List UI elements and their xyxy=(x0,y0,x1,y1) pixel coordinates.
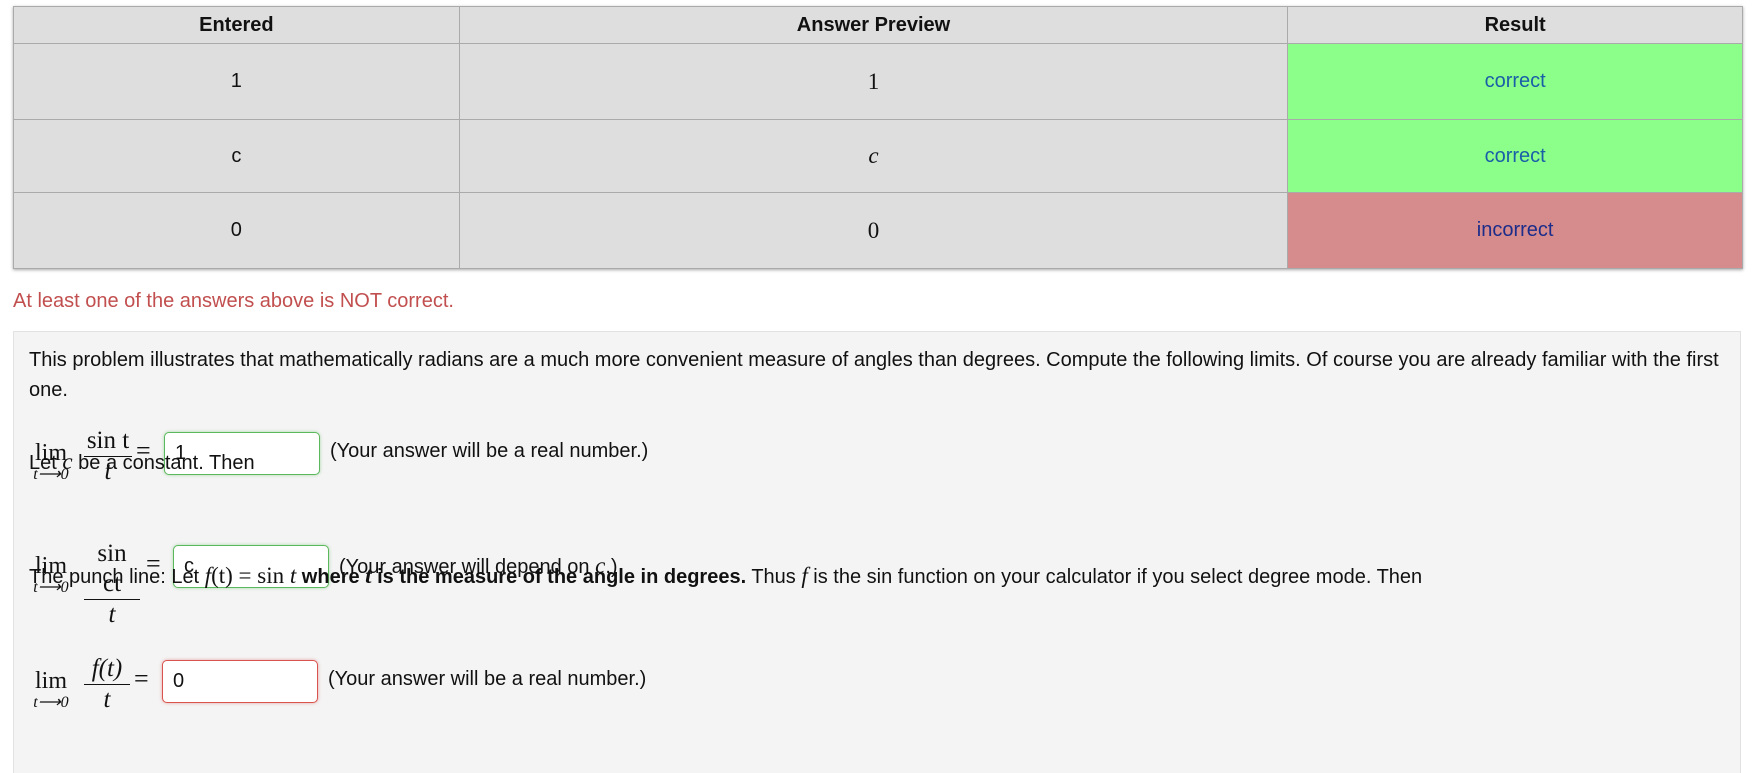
entered-cell: 1 xyxy=(13,43,460,120)
header-entered: Entered xyxy=(13,6,460,44)
header-result: Result xyxy=(1287,6,1743,44)
table-row: 0 0 incorrect xyxy=(13,192,1743,269)
limit-fraction: f(t) t xyxy=(84,654,130,715)
punch-line-text: The punch line: Let f(t) = sin t where t… xyxy=(29,563,1423,588)
result-cell: correct xyxy=(1287,119,1743,193)
entered-cell: 0 xyxy=(13,192,460,269)
table-row: 1 1 correct xyxy=(13,43,1743,120)
feedback-summary: At least one of the answers above is NOT… xyxy=(13,290,454,312)
limit-part-3: lim t⟶0 f(t) t = (Your answer will be a … xyxy=(28,655,728,720)
entered-cell: c xyxy=(13,119,460,193)
problem-panel: This problem illustrates that mathematic… xyxy=(13,331,1741,773)
equals-sign: = xyxy=(134,664,149,693)
results-header-row: Entered Answer Preview Result xyxy=(13,6,1743,44)
preview-cell: c xyxy=(458,119,1289,193)
results-table: Entered Answer Preview Result 1 1 correc… xyxy=(13,6,1743,269)
limit-operator: lim t⟶0 xyxy=(33,668,69,711)
result-cell: incorrect xyxy=(1287,192,1743,269)
answer-hint-1: (Your answer will be a real number.) xyxy=(330,440,649,462)
answer-input-3[interactable] xyxy=(162,660,318,703)
preview-cell: 1 xyxy=(458,43,1289,120)
let-c-text: Let c be a constant. Then xyxy=(29,449,255,474)
table-row: c c correct xyxy=(13,119,1743,193)
problem-intro: This problem illustrates that mathematic… xyxy=(29,349,1719,401)
answer-hint-3: (Your answer will be a real number.) xyxy=(328,668,647,690)
header-answer-preview: Answer Preview xyxy=(458,6,1289,44)
result-cell: correct xyxy=(1287,43,1743,120)
preview-cell: 0 xyxy=(458,192,1289,269)
